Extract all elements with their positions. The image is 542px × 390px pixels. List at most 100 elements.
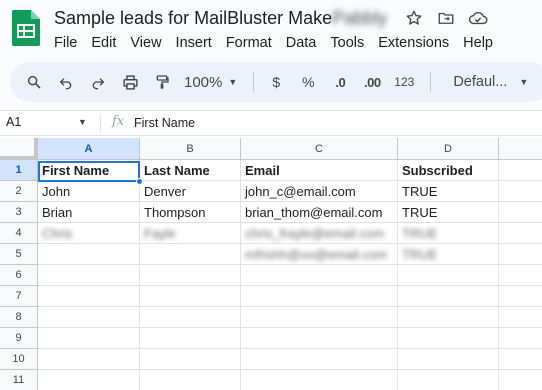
select-all-corner[interactable] [0, 138, 38, 160]
cell-b11[interactable] [140, 370, 241, 390]
cell-e4[interactable] [499, 223, 542, 244]
column-header-c[interactable]: C [241, 138, 398, 160]
cell-a3[interactable]: Brian [38, 202, 140, 223]
paint-format-icon[interactable] [148, 68, 176, 96]
search-icon[interactable] [20, 68, 48, 96]
cell-b3[interactable]: Thompson [140, 202, 241, 223]
menu-tools[interactable]: Tools [323, 33, 371, 53]
zoom-select[interactable]: 100% ▼ [180, 68, 241, 96]
row-header-5[interactable]: 5 [0, 244, 38, 265]
column-header-b[interactable]: B [140, 138, 241, 160]
cell-a1[interactable]: First Name [38, 160, 140, 181]
fill-handle[interactable] [136, 178, 143, 185]
cell-b9[interactable] [140, 328, 241, 349]
cell-a6[interactable] [38, 265, 140, 286]
cell-b4[interactable]: Fayle [140, 223, 241, 244]
chevron-down-icon[interactable]: ▼ [78, 117, 87, 127]
cell-a11[interactable] [38, 370, 140, 390]
row-header-10[interactable]: 10 [0, 349, 38, 370]
menu-insert[interactable]: Insert [169, 33, 219, 53]
cell-d2[interactable]: TRUE [398, 181, 499, 202]
row-header-7[interactable]: 7 [0, 286, 38, 307]
row-header-6[interactable]: 6 [0, 265, 38, 286]
cell-e9[interactable] [499, 328, 542, 349]
move-to-folder-icon[interactable] [436, 8, 456, 28]
menu-help[interactable]: Help [456, 33, 500, 53]
column-header-a[interactable]: A [38, 138, 140, 160]
cell-a9[interactable] [38, 328, 140, 349]
cell-b8[interactable] [140, 307, 241, 328]
row-header-8[interactable]: 8 [0, 307, 38, 328]
currency-format-button[interactable]: $ [262, 68, 290, 96]
increase-decimal-button[interactable]: .00 [358, 68, 386, 96]
cell-e1[interactable] [499, 160, 542, 181]
cell-c4[interactable]: chris_frayle@email.com [241, 223, 398, 244]
cell-a5[interactable] [38, 244, 140, 265]
cell-d7[interactable] [398, 286, 499, 307]
row-header-3[interactable]: 3 [0, 202, 38, 223]
cell-d6[interactable] [398, 265, 499, 286]
cell-c10[interactable] [241, 349, 398, 370]
cell-b2[interactable]: Denver [140, 181, 241, 202]
cell-c3[interactable]: brian_thom@email.com [241, 202, 398, 223]
cell-d9[interactable] [398, 328, 499, 349]
font-select[interactable]: Defaul... ▼ [447, 68, 534, 96]
cell-c2[interactable]: john_c@email.com [241, 181, 398, 202]
undo-icon[interactable] [52, 68, 80, 96]
cell-b5[interactable] [140, 244, 241, 265]
decrease-decimal-button[interactable]: .0 [326, 68, 354, 96]
cell-d1[interactable]: Subscribed [398, 160, 499, 181]
cell-c9[interactable] [241, 328, 398, 349]
cell-b7[interactable] [140, 286, 241, 307]
cell-c8[interactable] [241, 307, 398, 328]
cell-c6[interactable] [241, 265, 398, 286]
menu-data[interactable]: Data [279, 33, 324, 53]
cell-a8[interactable] [38, 307, 140, 328]
cloud-status-icon[interactable] [468, 8, 488, 28]
print-icon[interactable] [116, 68, 144, 96]
cell-e8[interactable] [499, 307, 542, 328]
cell-e10[interactable] [499, 349, 542, 370]
column-header-d[interactable]: D [398, 138, 499, 160]
cell-b10[interactable] [140, 349, 241, 370]
row-header-11[interactable]: 11 [0, 370, 38, 390]
column-header-e[interactable] [499, 138, 542, 160]
cell-c11[interactable] [241, 370, 398, 390]
cell-e6[interactable] [499, 265, 542, 286]
cell-a10[interactable] [38, 349, 140, 370]
document-title[interactable]: Sample leads for MailBluster MakePabbly [54, 8, 387, 29]
row-header-2[interactable]: 2 [0, 181, 38, 202]
cell-a2[interactable]: John [38, 181, 140, 202]
google-sheets-logo-icon[interactable] [12, 10, 40, 46]
menu-view[interactable]: View [123, 33, 168, 53]
more-formats-button[interactable]: 123 [390, 68, 418, 96]
cell-e2[interactable] [499, 181, 542, 202]
menu-format[interactable]: Format [219, 33, 279, 53]
cell-e7[interactable] [499, 286, 542, 307]
cell-e5[interactable] [499, 244, 542, 265]
cell-d5[interactable]: TRUE [398, 244, 499, 265]
menu-edit[interactable]: Edit [84, 33, 123, 53]
menu-extensions[interactable]: Extensions [371, 33, 456, 53]
percent-format-button[interactable]: % [294, 68, 322, 96]
cell-d8[interactable] [398, 307, 499, 328]
redo-icon[interactable] [84, 68, 112, 96]
cell-e11[interactable] [499, 370, 542, 390]
cell-d11[interactable] [398, 370, 499, 390]
cell-d3[interactable]: TRUE [398, 202, 499, 223]
cell-c5[interactable]: mfrishh@xo@email.com [241, 244, 398, 265]
row-header-1[interactable]: 1 [0, 160, 38, 181]
cell-c7[interactable] [241, 286, 398, 307]
name-box[interactable]: A1 [6, 115, 21, 129]
cell-e3[interactable] [499, 202, 542, 223]
formula-input[interactable]: First Name [134, 116, 195, 130]
row-header-9[interactable]: 9 [0, 328, 38, 349]
cell-b6[interactable] [140, 265, 241, 286]
cell-d4[interactable]: TRUE [398, 223, 499, 244]
cell-c1[interactable]: Email [241, 160, 398, 181]
cell-a4[interactable]: Chris [38, 223, 140, 244]
menu-file[interactable]: File [47, 33, 84, 53]
cell-b1[interactable]: Last Name [140, 160, 241, 181]
star-icon[interactable] [404, 8, 424, 28]
row-header-4[interactable]: 4 [0, 223, 38, 244]
